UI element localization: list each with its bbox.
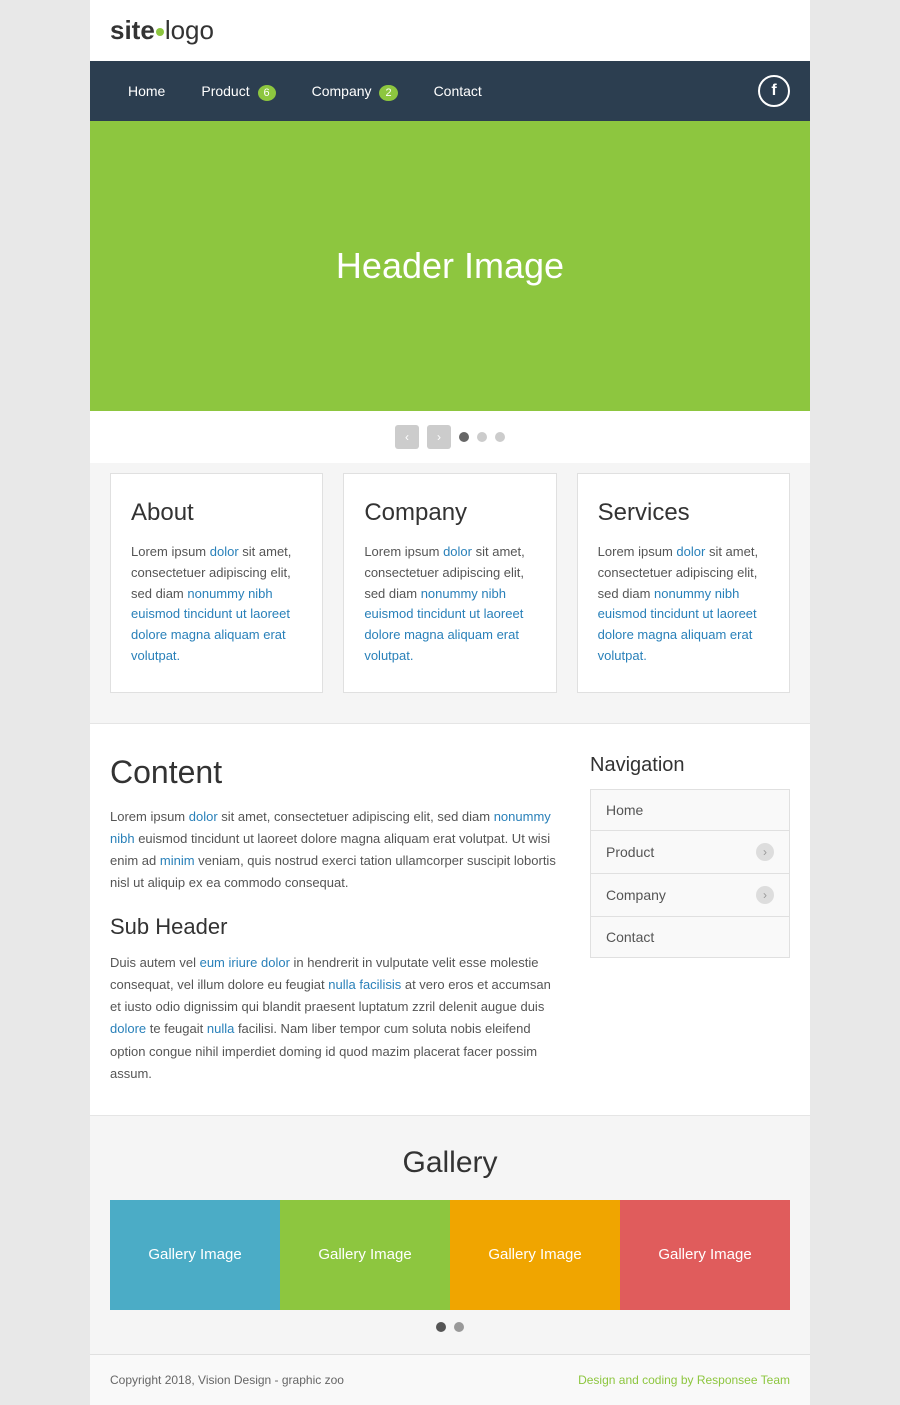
gallery-dot-1[interactable] xyxy=(436,1322,446,1332)
content-subheader: Sub Header xyxy=(110,914,560,940)
nav-contact[interactable]: Contact xyxy=(416,61,500,121)
card-about-text: Lorem ipsum dolor sit amet, consectetuer… xyxy=(131,542,302,667)
gallery-section: Gallery Gallery Image Gallery Image Gall… xyxy=(90,1115,810,1354)
slider-dot-3[interactable] xyxy=(495,432,505,442)
gallery-item-4[interactable]: Gallery Image xyxy=(620,1200,790,1310)
gallery-item-2[interactable]: Gallery Image xyxy=(280,1200,450,1310)
services-diam-link[interactable]: nonummy nibh euismod tincidunt ut laoree… xyxy=(598,586,757,663)
card-company: Company Lorem ipsum dolor sit amet, cons… xyxy=(343,473,556,693)
nav-company[interactable]: Company 2 xyxy=(294,61,416,121)
gallery-item-1[interactable]: Gallery Image xyxy=(110,1200,280,1310)
gallery-label-2: Gallery Image xyxy=(318,1246,411,1263)
about-diam-link[interactable]: nonummy nibh euismod tincidunt ut laoree… xyxy=(131,586,290,663)
slider-nav: ‹ › xyxy=(90,411,810,463)
slider-next[interactable]: › xyxy=(427,425,451,449)
nav-home[interactable]: Home xyxy=(110,61,183,121)
content-main: Content Lorem ipsum dolor sit amet, cons… xyxy=(110,754,560,1085)
sidebar-product-label: Product xyxy=(606,844,654,860)
company-dolor-link[interactable]: dolor xyxy=(443,544,472,559)
hero-text: Header Image xyxy=(336,245,564,287)
footer-copyright: Copyright 2018, Vision Design - graphic … xyxy=(110,1373,344,1387)
gallery-title: Gallery xyxy=(110,1146,790,1180)
slider-prev[interactable]: ‹ xyxy=(395,425,419,449)
footer-link[interactable]: Design and coding by Responsee Team xyxy=(578,1373,790,1387)
sub-nulla2-link[interactable]: nulla xyxy=(207,1021,234,1036)
cards-section: About Lorem ipsum dolor sit amet, consec… xyxy=(90,463,810,723)
company-diam-link[interactable]: nonummy nibh euismod tincidunt ut laoree… xyxy=(364,586,523,663)
content-section: Content Lorem ipsum dolor sit amet, cons… xyxy=(90,723,810,1115)
site-header: site logo xyxy=(90,0,810,61)
card-about-title: About xyxy=(131,499,302,527)
logo-site: site xyxy=(110,15,155,45)
sidebar-company-arrow: › xyxy=(756,886,774,904)
sub-eum-link[interactable]: eum iriure dolor xyxy=(200,955,290,970)
gallery-item-3[interactable]: Gallery Image xyxy=(450,1200,620,1310)
sidebar-item-company[interactable]: Company › xyxy=(591,874,789,917)
sidebar-company-label: Company xyxy=(606,887,666,903)
card-company-text: Lorem ipsum dolor sit amet, consectetuer… xyxy=(364,542,535,667)
content-nibh-link[interactable]: nonummy nibh xyxy=(110,809,551,846)
card-services-text: Lorem ipsum dolor sit amet, consectetuer… xyxy=(598,542,769,667)
sidebar-contact-label: Contact xyxy=(606,929,654,945)
sidebar-item-home[interactable]: Home xyxy=(591,790,789,831)
gallery-label-4: Gallery Image xyxy=(658,1246,751,1263)
sidebar-item-product[interactable]: Product › xyxy=(591,831,789,874)
gallery-label-1: Gallery Image xyxy=(148,1246,241,1263)
product-badge: 6 xyxy=(258,85,276,101)
main-nav: Home Product 6 Company 2 Contact f xyxy=(90,61,810,121)
content-subtext: Duis autem vel eum iriure dolor in hendr… xyxy=(110,952,560,1085)
services-dolor-link[interactable]: dolor xyxy=(676,544,705,559)
company-badge: 2 xyxy=(379,85,397,101)
gallery-dot-2[interactable] xyxy=(454,1322,464,1332)
nav-product[interactable]: Product 6 xyxy=(183,61,293,121)
sub-nulla-link[interactable]: nulla facilisis xyxy=(328,977,401,992)
content-minim-link[interactable]: minim xyxy=(160,853,195,868)
content-title: Content xyxy=(110,754,560,791)
sidebar-nav-title: Navigation xyxy=(590,754,790,777)
gallery-grid: Gallery Image Gallery Image Gallery Imag… xyxy=(110,1200,790,1310)
facebook-icon[interactable]: f xyxy=(758,75,790,107)
card-about: About Lorem ipsum dolor sit amet, consec… xyxy=(110,473,323,693)
hero-section: Header Image xyxy=(90,121,810,411)
sidebar-home-label: Home xyxy=(606,802,643,818)
content-text: Lorem ipsum dolor sit amet, consectetuer… xyxy=(110,806,560,894)
gallery-label-3: Gallery Image xyxy=(488,1246,581,1263)
site-footer: Copyright 2018, Vision Design - graphic … xyxy=(90,1354,810,1405)
sidebar-nav-list: Home Product › Company › Contact xyxy=(590,789,790,958)
card-services-title: Services xyxy=(598,499,769,527)
sidebar-nav: Navigation Home Product › Company › Cont… xyxy=(590,754,790,1085)
sub-dolore-link[interactable]: dolore xyxy=(110,1021,146,1036)
sidebar-item-contact[interactable]: Contact xyxy=(591,917,789,957)
logo-dot xyxy=(156,28,164,36)
about-dolor-link[interactable]: dolor xyxy=(210,544,239,559)
slider-dot-2[interactable] xyxy=(477,432,487,442)
slider-dot-1[interactable] xyxy=(459,432,469,442)
card-company-title: Company xyxy=(364,499,535,527)
card-services: Services Lorem ipsum dolor sit amet, con… xyxy=(577,473,790,693)
gallery-slider-nav xyxy=(110,1310,790,1344)
logo-logo: logo xyxy=(165,15,214,45)
sidebar-product-arrow: › xyxy=(756,843,774,861)
content-dolor-link[interactable]: dolor xyxy=(189,809,218,824)
site-logo: site logo xyxy=(110,15,214,46)
